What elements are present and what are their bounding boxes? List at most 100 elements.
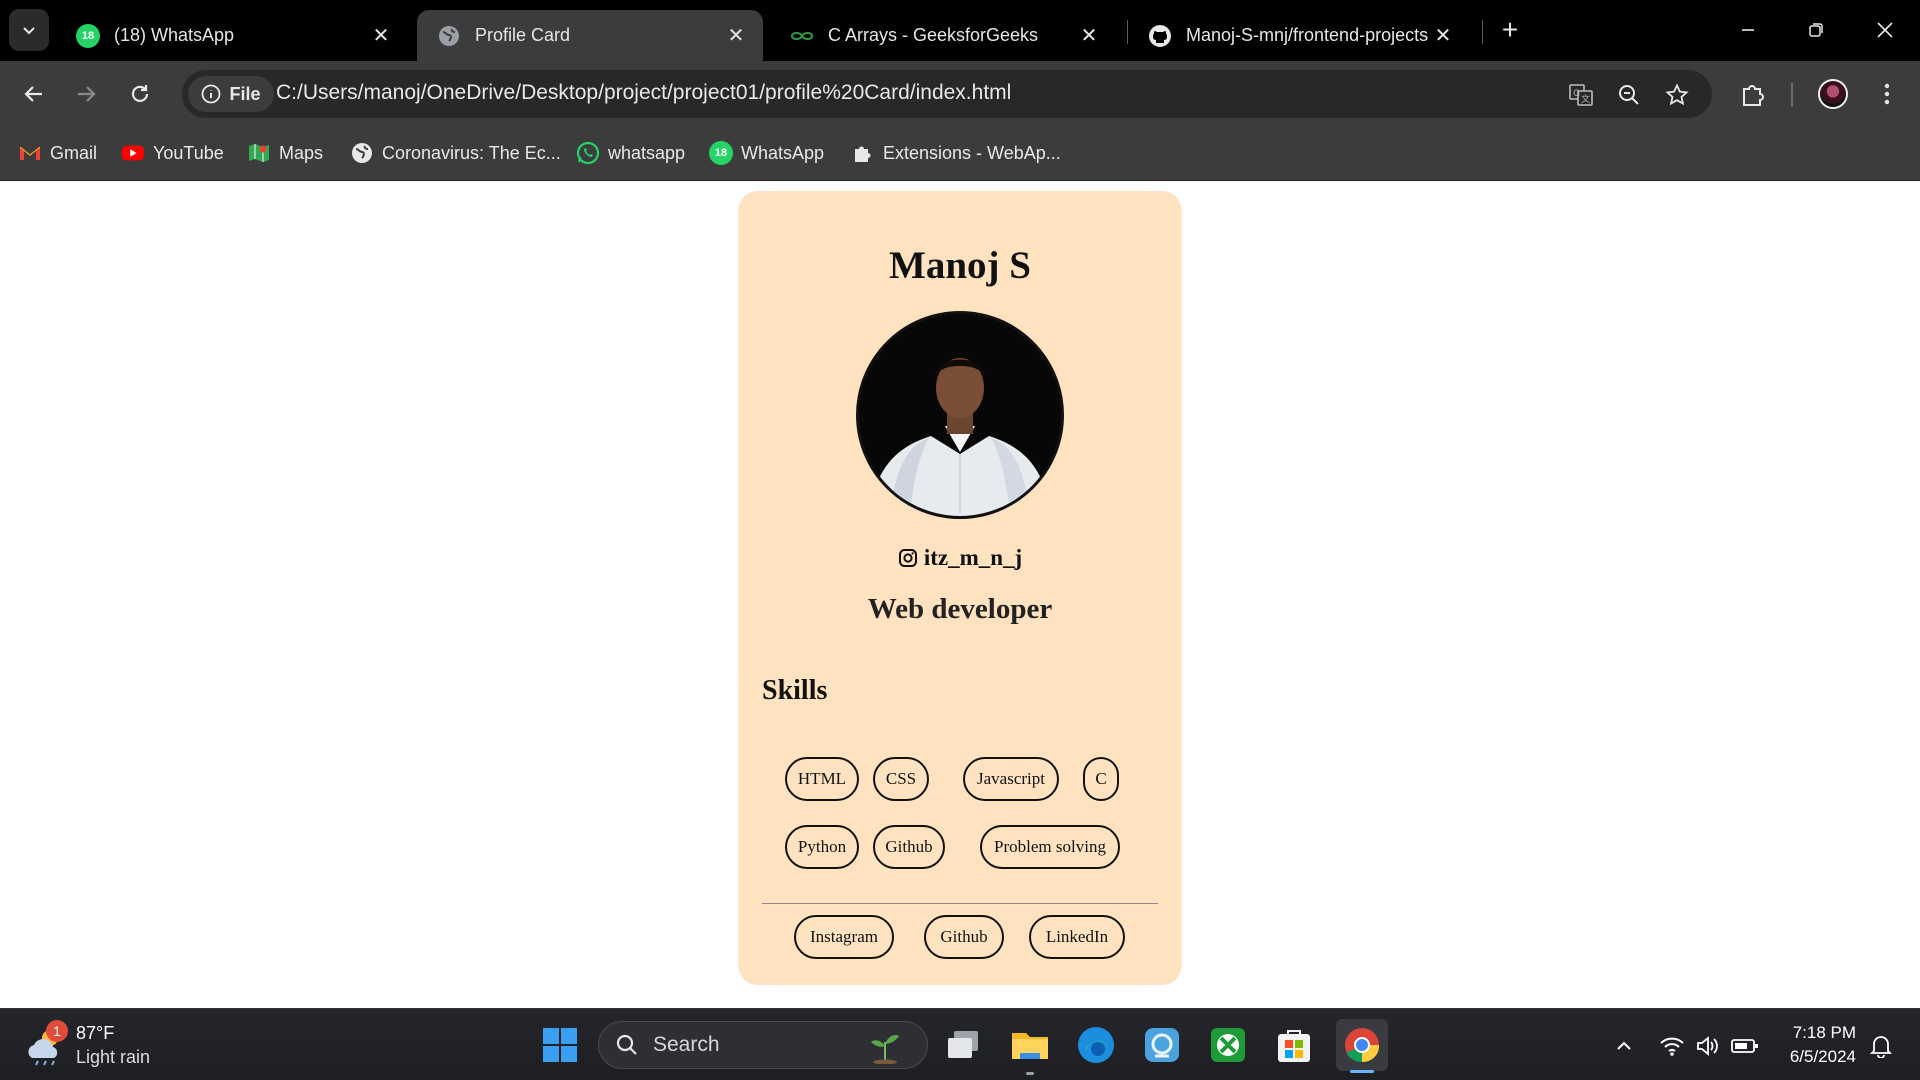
more-vertical-icon [1884,83,1890,105]
taskbar-xbox[interactable] [1206,1023,1250,1067]
tab-whatsapp[interactable]: 18 (18) WhatsApp ✕ [56,10,408,61]
bookmark-gmail[interactable]: Gmail [18,137,97,169]
volume-icon [1697,1036,1718,1056]
tab-github[interactable]: Manoj-S-mnj/frontend-projects ✕ [1128,10,1470,61]
bell-icon [1870,1036,1892,1058]
new-tab-button[interactable]: + [1494,14,1526,46]
toolbar-divider [1791,83,1793,107]
xbox-icon [1211,1028,1245,1062]
scheme-label: File [229,83,261,104]
close-icon[interactable]: ✕ [368,23,394,49]
skill-pill: Problem solving [980,825,1120,869]
arrow-left-icon [24,86,42,102]
minimize-button[interactable] [1723,10,1773,50]
link-instagram-button[interactable]: Instagram [794,915,894,959]
globe-icon [350,141,374,165]
bookmark-extensions[interactable]: Extensions - WebAp... [851,137,1061,169]
restore-button[interactable] [1791,10,1841,50]
bookmark-star-icon[interactable] [1662,80,1692,110]
svg-text:文: 文 [1581,93,1590,105]
instagram-handle[interactable]: itz_m_n_j [738,545,1182,571]
translate-icon[interactable]: G文 [1566,80,1596,110]
tab-label: (18) WhatsApp [114,25,235,45]
start-button[interactable] [542,1027,578,1063]
taskbar-edge[interactable] [1074,1023,1118,1067]
avatar [1818,79,1848,109]
close-icon[interactable]: ✕ [1430,23,1456,49]
tab-label: C Arrays - GeeksforGeeks [828,25,1039,45]
url-text[interactable]: C:/Users/manoj/OneDrive/Desktop/project/… [276,81,1011,105]
weather-badge: 1 [46,1020,68,1042]
store-icon [1278,1030,1310,1062]
svg-text:G: G [1573,89,1580,99]
site-info-chip[interactable]: File [188,76,274,112]
reload-button[interactable] [120,74,160,114]
bookmark-label: Extensions - WebAp... [883,142,1061,163]
bookmark-maps[interactable]: Maps [247,137,323,169]
close-window-button[interactable] [1860,10,1910,50]
bookmark-whatsapp[interactable]: whatsapp [576,137,685,169]
arrow-right-icon [78,86,96,102]
back-button[interactable] [14,74,54,114]
maps-icon [247,141,271,165]
wifi-status[interactable] [1657,1031,1687,1061]
tab-label: Manoj-S-mnj/frontend-projects [1186,25,1429,45]
taskbar-photos[interactable] [1140,1023,1184,1067]
windows-logo-icon [543,1028,577,1062]
skill-pill: HTML [785,757,859,801]
taskbar-chrome[interactable] [1336,1019,1388,1073]
bookmark-coronavirus[interactable]: Coronavirus: The Ec... [350,137,561,169]
folder-icon [1012,1033,1048,1059]
close-icon[interactable]: ✕ [723,23,749,49]
volume-status[interactable] [1693,1031,1723,1061]
github-icon [1148,24,1172,48]
bookmark-whatsapp-web[interactable]: 18 WhatsApp [709,137,824,169]
extensions-button[interactable] [1734,75,1772,113]
taskbar-file-explorer[interactable] [1008,1023,1052,1075]
menu-button[interactable] [1868,75,1906,113]
notifications-button[interactable] [1866,1031,1896,1061]
bookmark-label: YouTube [153,142,224,163]
weather-widget[interactable]: 1 87°F Light rain [24,1020,150,1069]
battery-status[interactable] [1730,1031,1760,1061]
zoom-icon[interactable] [1614,80,1644,110]
profile-avatar-button[interactable] [1814,75,1852,113]
skill-pill: Python [785,825,859,869]
handle-text: itz_m_n_j [923,545,1023,570]
bookmark-label: WhatsApp [741,142,825,163]
geeksforgeeks-icon [790,24,814,48]
chrome-icon [1345,1028,1380,1063]
address-bar[interactable]: File C:/Users/manoj/OneDrive/Desktop/pro… [182,70,1712,118]
wifi-icon [1660,1037,1684,1056]
show-hidden-icons[interactable] [1609,1031,1639,1061]
skill-pill: CSS [873,757,929,801]
link-github-button[interactable]: Github [924,915,1004,959]
info-icon [202,84,221,104]
system-clock[interactable]: 7:18 PM 6/5/2024 [1776,1021,1856,1069]
clock-time: 7:18 PM [1792,1023,1856,1042]
close-icon[interactable]: ✕ [1076,23,1102,49]
profile-photo [856,311,1064,519]
tab-search-button[interactable] [9,9,49,51]
puzzle-icon [851,141,875,165]
taskbar-search[interactable]: Search [598,1021,928,1069]
puzzle-icon [1743,85,1764,106]
minimize-icon [1742,29,1754,31]
tab-strip: 18 (18) WhatsApp ✕ Profile Card ✕ C Arra… [0,0,1920,61]
weather-text: 87°F Light rain [76,1021,150,1069]
forward-button[interactable] [66,74,106,114]
tab-profile-card[interactable]: Profile Card ✕ [417,10,763,61]
whatsapp-icon: 18 [709,141,733,165]
card-divider [762,903,1158,904]
link-linkedin-button[interactable]: LinkedIn [1029,915,1125,959]
browser-toolbar: File C:/Users/manoj/OneDrive/Desktop/pro… [0,61,1920,127]
skill-pill: Github [873,825,945,869]
tab-geeksforgeeks[interactable]: C Arrays - GeeksforGeeks ✕ [770,10,1116,61]
taskbar-task-view[interactable] [942,1023,986,1067]
weather-cloud-icon: 1 [24,1020,68,1066]
bookmark-label: Maps [279,142,324,163]
task-view-icon [948,1031,978,1058]
taskbar-microsoft-store[interactable] [1272,1023,1316,1067]
bookmark-youtube[interactable]: YouTube [121,137,224,169]
chevron-up-icon [1617,1041,1631,1050]
